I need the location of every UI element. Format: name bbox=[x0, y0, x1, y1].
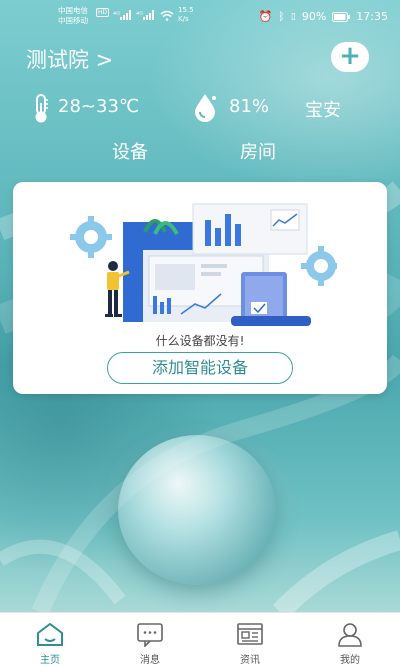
home-selector[interactable]: 测试院 > bbox=[26, 44, 113, 74]
news-icon bbox=[237, 623, 263, 645]
temperature: 28~33℃ bbox=[58, 96, 140, 117]
bluetooth-icon: ᛒ bbox=[278, 10, 285, 23]
carrier-1: 中国电信 bbox=[58, 6, 88, 15]
tab-rooms[interactable]: 房间 bbox=[240, 138, 276, 164]
nav-profile-label: 我的 bbox=[340, 655, 360, 666]
signal-icon bbox=[120, 10, 131, 20]
nav-messages[interactable]: 消息 bbox=[120, 613, 180, 667]
battery-level: 90% bbox=[301, 10, 327, 23]
wifi-icon bbox=[160, 10, 174, 21]
carrier-info: 中国电信 中国移动 bbox=[58, 6, 88, 26]
nav-messages-label: 消息 bbox=[140, 655, 160, 666]
empty-state-illustration bbox=[70, 203, 337, 326]
location: 宝安 bbox=[305, 100, 341, 121]
humidity-icon bbox=[195, 94, 216, 122]
nav-home-label: 主页 bbox=[40, 655, 60, 666]
vibrate-icon: ▯ bbox=[290, 11, 296, 22]
carrier-2: 中国移动 bbox=[58, 16, 88, 25]
empty-state-text: 什么设备都没有! bbox=[155, 334, 245, 348]
add-smart-device-button[interactable]: 添加智能设备 bbox=[107, 352, 293, 384]
nav-news[interactable]: 资讯 bbox=[220, 613, 280, 667]
pearl-image bbox=[118, 435, 276, 585]
nav-profile[interactable]: 我的 bbox=[320, 613, 380, 667]
humidity-value: 81% bbox=[229, 96, 270, 117]
thermometer-icon bbox=[35, 94, 48, 123]
tab-bar: 设备 房间 bbox=[0, 138, 400, 164]
nav-home[interactable]: 主页 bbox=[20, 613, 80, 667]
message-icon bbox=[137, 623, 163, 647]
home-icon bbox=[37, 622, 63, 646]
signal-icon-2 bbox=[143, 10, 154, 20]
nav-news-label: 资讯 bbox=[240, 655, 260, 666]
empty-device-card: 什么设备都没有! 添加智能设备 bbox=[13, 182, 387, 394]
alarm-icon: ⏰ bbox=[258, 10, 273, 23]
bottom-nav: 主页 消息 资讯 我的 bbox=[0, 612, 400, 667]
battery-icon bbox=[332, 11, 351, 22]
add-button[interactable]: + bbox=[331, 42, 369, 72]
weather-row: 28~33℃ 81% 宝安 bbox=[30, 92, 370, 124]
tab-devices[interactable]: 设备 bbox=[112, 138, 148, 164]
status-bar: 中国电信 中国移动 HD ⁴ᴳ ⁴ᴳ 15.5 K/s ⏰ ᛒ ▯ 90% 17… bbox=[0, 0, 400, 34]
hd-badge: HD bbox=[96, 8, 110, 17]
user-icon bbox=[338, 623, 362, 647]
network-speed: 15.5 K/s bbox=[178, 6, 194, 23]
clock: 17:35 bbox=[356, 10, 388, 23]
